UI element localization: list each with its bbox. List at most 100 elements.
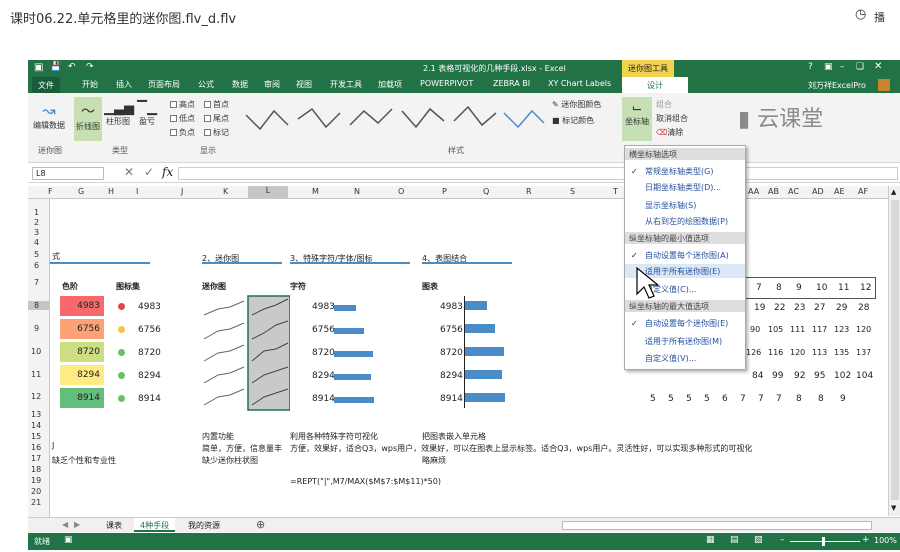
column-header[interactable]: AD: [812, 187, 824, 196]
column-header[interactable]: AB: [768, 187, 779, 196]
column-header[interactable]: J: [181, 187, 183, 196]
close-icon[interactable]: ✕: [874, 61, 882, 72]
grid-cell[interactable]: 111: [790, 325, 805, 334]
icon-set-value[interactable]: 4983: [138, 302, 161, 312]
row-header[interactable]: 2: [34, 218, 39, 227]
column-header[interactable]: N: [354, 187, 360, 196]
column-header[interactable]: K: [223, 187, 228, 196]
line-type-button[interactable]: 〜 折线图: [74, 97, 102, 141]
fx-icon[interactable]: fx: [162, 165, 173, 179]
column-header[interactable]: M: [312, 187, 319, 196]
grid-cell[interactable]: 11: [838, 283, 849, 293]
grid-cell[interactable]: 27: [814, 303, 825, 313]
row-header[interactable]: 9: [34, 324, 39, 333]
group-button[interactable]: 组合: [656, 99, 672, 110]
tab-review[interactable]: 审阅: [264, 79, 280, 90]
row-header[interactable]: 15: [31, 432, 41, 441]
grid-cell[interactable]: 120: [790, 348, 805, 357]
color-scale-cell[interactable]: 8914: [60, 388, 104, 408]
column-header[interactable]: G: [78, 187, 84, 196]
row-header[interactable]: 12: [31, 392, 41, 401]
column-header[interactable]: AF: [858, 187, 868, 196]
scroll-thumb[interactable]: [891, 200, 899, 500]
column-header[interactable]: I: [136, 187, 138, 196]
icon-set-value[interactable]: 8914: [138, 394, 161, 404]
char-value[interactable]: 4983: [312, 302, 335, 312]
row-header[interactable]: 19: [31, 476, 41, 485]
cancel-icon[interactable]: ✕: [124, 165, 134, 179]
row-header[interactable]: 7: [34, 278, 39, 287]
column-header[interactable]: O: [398, 187, 404, 196]
ungroup-button[interactable]: 取消组合: [656, 113, 688, 124]
row-header[interactable]: 17: [31, 454, 41, 463]
tab-developer[interactable]: 开发工具: [330, 79, 362, 90]
row-header[interactable]: 1: [34, 208, 39, 217]
page-break-view-icon[interactable]: ▧: [754, 535, 763, 545]
sparkline-range[interactable]: [200, 295, 290, 411]
grid-cell[interactable]: 22: [774, 303, 785, 313]
tab-data[interactable]: 数据: [232, 79, 248, 90]
grid-cell[interactable]: 7: [756, 283, 762, 293]
minimize-icon[interactable]: –: [840, 62, 845, 72]
grid-cell[interactable]: 105: [768, 325, 783, 334]
zoom-level[interactable]: 100%: [874, 536, 897, 545]
grid-cell[interactable]: 8: [776, 283, 782, 293]
grid-cell[interactable]: 102: [834, 371, 851, 381]
check-first-point[interactable]: 首点: [204, 99, 229, 110]
char-value[interactable]: 6756: [312, 325, 335, 335]
grid-cell[interactable]: 7: [758, 394, 764, 404]
grid-cell[interactable]: 92: [794, 371, 805, 381]
column-type-button[interactable]: ▁▃▅ 柱形图: [104, 101, 134, 127]
grid-cell[interactable]: 9: [796, 283, 802, 293]
grid-cell[interactable]: 7: [776, 394, 782, 404]
tab-page-layout[interactable]: 页面布局: [148, 79, 180, 90]
grid-cell[interactable]: 6: [722, 394, 728, 404]
tab-home[interactable]: 开始: [82, 79, 98, 90]
row-header[interactable]: 4: [34, 238, 39, 247]
zoom-slider-thumb[interactable]: [822, 537, 825, 546]
tab-scroll-right-icon[interactable]: ▶: [74, 520, 80, 529]
row-header[interactable]: 21: [31, 498, 41, 507]
column-header[interactable]: P: [442, 187, 447, 196]
clear-button[interactable]: ⌫清除: [656, 127, 683, 138]
sheet-tab-active[interactable]: 4种手段: [134, 518, 176, 532]
tab-file[interactable]: 文件: [32, 77, 60, 93]
play-label[interactable]: 播: [874, 9, 885, 25]
grid-cell[interactable]: 104: [856, 371, 873, 381]
grid-cell[interactable]: 120: [856, 325, 871, 334]
grid-cell[interactable]: 117: [812, 325, 827, 334]
menu-item-same-max[interactable]: 适用于所有迷你图(M): [645, 336, 722, 347]
chart-value[interactable]: 8914: [440, 394, 463, 404]
sheet-tab[interactable]: 我的资源: [188, 520, 220, 531]
column-header[interactable]: F: [48, 187, 53, 196]
grid-cell[interactable]: 116: [768, 348, 783, 357]
grid-cell[interactable]: 19: [754, 303, 765, 313]
row-header[interactable]: 11: [31, 370, 41, 379]
column-header[interactable]: L: [248, 186, 288, 198]
grid-cell[interactable]: 28: [858, 303, 869, 313]
grid-cell[interactable]: 84: [752, 371, 763, 381]
column-header[interactable]: T: [613, 187, 618, 196]
scroll-down-icon[interactable]: ▼: [891, 504, 896, 512]
grid-cell[interactable]: 10: [816, 283, 827, 293]
zoom-out-icon[interactable]: –: [780, 535, 785, 545]
tab-insert[interactable]: 插入: [116, 79, 132, 90]
row-header[interactable]: 10: [31, 347, 41, 356]
grid-cell[interactable]: 95: [814, 371, 825, 381]
grid-cell[interactable]: 29: [836, 303, 847, 313]
menu-item-auto-max[interactable]: 自动设置每个迷你图(E): [645, 318, 728, 329]
column-header[interactable]: S: [570, 187, 575, 196]
grid-cell[interactable]: 137: [856, 348, 871, 357]
tab-xy-chart-labels[interactable]: XY Chart Labels: [548, 79, 611, 88]
worksheet-grid[interactable]: 式 2、迷你图 3、特殊字符/字体/图标 4、表图结合 色阶 图标集 迷你图 字…: [50, 199, 900, 517]
row-header[interactable]: 8: [28, 301, 49, 310]
page-layout-view-icon[interactable]: ▤: [730, 535, 739, 545]
check-negative-point[interactable]: 负点: [170, 127, 195, 138]
row-header[interactable]: 5: [34, 250, 39, 259]
menu-item-right-to-left[interactable]: 从右到左的绘图数据(P): [645, 216, 728, 227]
scroll-up-icon[interactable]: ▲: [891, 188, 896, 196]
restore-icon[interactable]: ❏: [856, 62, 864, 72]
tab-scroll-left-icon[interactable]: ◀: [62, 520, 68, 529]
win-loss-button[interactable]: ▔▁ 盈亏: [134, 101, 160, 127]
icon-set-value[interactable]: 8294: [138, 371, 161, 381]
